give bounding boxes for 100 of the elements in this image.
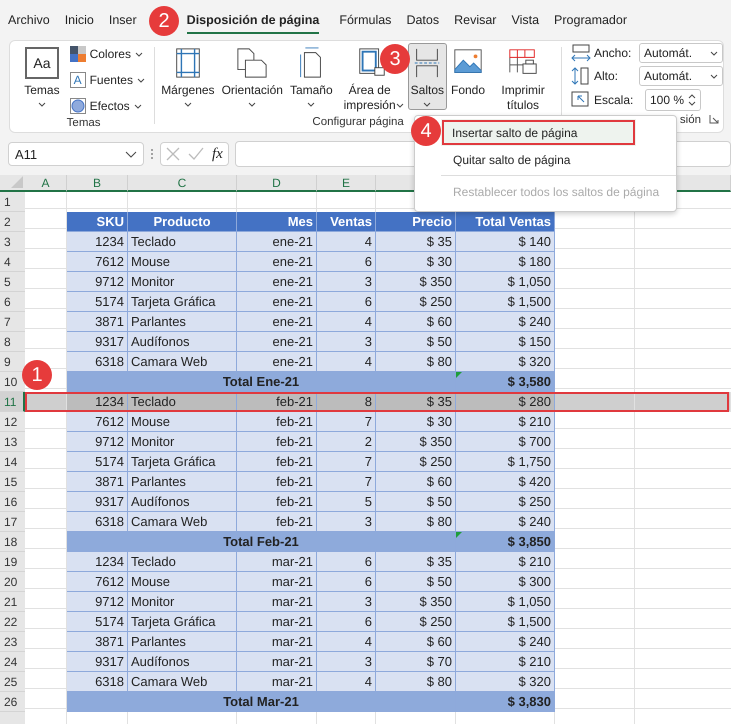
table-cell: $ 70 [376, 652, 456, 672]
table-cell: Teclado [128, 232, 237, 252]
table-cell: 7612 [67, 252, 128, 272]
table-cell: 4 [317, 352, 376, 372]
table-cell: 7 [317, 412, 376, 432]
table-cell: ene-21 [237, 312, 317, 332]
table-cell: $ 320 [456, 672, 555, 692]
table-cell: 9712 [67, 592, 128, 612]
table-cell: 7 [317, 452, 376, 472]
themes-icon: Aa [24, 47, 59, 79]
table-cell: mar-21 [237, 552, 317, 572]
table-cell: 9712 [67, 272, 128, 292]
table-cell: $ 320 [456, 352, 555, 372]
table-cell: $ 60 [376, 472, 456, 492]
table-cell: $ 1,050 [456, 272, 555, 292]
table-cell: Camara Web [128, 352, 237, 372]
table-cell: $ 140 [456, 232, 555, 252]
table-cell: 6318 [67, 512, 128, 532]
table-cell: mar-21 [237, 572, 317, 592]
total-value: $ 3,850 [456, 532, 555, 552]
table-cell: 6 [317, 292, 376, 312]
table-cell: feb-21 [237, 412, 317, 432]
table-cell: Monitor [128, 432, 237, 452]
table-cell: ene-21 [237, 332, 317, 352]
table-cell: 3 [317, 592, 376, 612]
table-cell: $ 80 [376, 352, 456, 372]
table-cell: $ 350 [376, 432, 456, 452]
table-cell: $ 80 [376, 512, 456, 532]
table-cell: mar-21 [237, 652, 317, 672]
table-cell: $ 300 [456, 572, 555, 592]
table-cell: mar-21 [237, 672, 317, 692]
table-cell: $ 420 [456, 472, 555, 492]
table-cell: 6 [317, 612, 376, 632]
group-label: Temas [66, 117, 101, 131]
table-cell: feb-21 [237, 492, 317, 512]
table-cell: 9712 [67, 432, 128, 452]
table-cell: feb-21 [237, 432, 317, 452]
group-label: sión [680, 114, 701, 128]
table-cell: $ 30 [376, 252, 456, 272]
table-cell: Parlantes [128, 632, 237, 652]
table-cell: Teclado [128, 552, 237, 572]
table-cell: 6318 [67, 672, 128, 692]
table-cell: 3 [317, 272, 376, 292]
table-cell: 4 [317, 312, 376, 332]
table-cell: $ 35 [376, 552, 456, 572]
table-cell: $ 210 [456, 412, 555, 432]
table-cell: 2 [317, 432, 376, 452]
table-cell: $ 250 [376, 452, 456, 472]
table-cell: feb-21 [237, 512, 317, 532]
table-cell: $ 50 [376, 572, 456, 592]
table-cell: Tarjeta Gráfica [128, 292, 237, 312]
table-cell: 5174 [67, 452, 128, 472]
table-cell: Parlantes [128, 312, 237, 332]
table-cell: 5 [317, 492, 376, 512]
table-cell: Monitor [128, 272, 237, 292]
table-cell: ene-21 [237, 232, 317, 252]
table-cell: Tarjeta Gráfica [128, 612, 237, 632]
table-cell: $ 50 [376, 332, 456, 352]
table-cell: $ 30 [376, 412, 456, 432]
table-cell: Mouse [128, 572, 237, 592]
table-cell: $ 210 [456, 652, 555, 672]
table-cell: $ 250 [376, 612, 456, 632]
table-cell: 4 [317, 232, 376, 252]
table-cell: $ 250 [456, 492, 555, 512]
table-cell: $ 240 [456, 632, 555, 652]
total-label: Total Mar-21 [67, 692, 456, 712]
table-cell: $ 80 [376, 672, 456, 692]
table-cell: 1234 [67, 552, 128, 572]
table-cell: Tarjeta Gráfica [128, 452, 237, 472]
table-cell: 6 [317, 252, 376, 272]
column-heading: Precio [376, 212, 456, 232]
table-cell: $ 1,750 [456, 452, 555, 472]
table-cell: mar-21 [237, 612, 317, 632]
total-label: Total Feb-21 [67, 532, 456, 552]
table-cell: ene-21 [237, 352, 317, 372]
table-cell: 4 [317, 632, 376, 652]
column-heading: Ventas [317, 212, 376, 232]
table-cell: 9317 [67, 492, 128, 512]
table-cell: 3 [317, 332, 376, 352]
table-cell: $ 1,500 [456, 612, 555, 632]
table-cell: Camara Web [128, 512, 237, 532]
total-label: Total Ene-21 [67, 372, 456, 392]
column-heading: Mes [237, 212, 317, 232]
table-cell: Parlantes [128, 472, 237, 492]
group-label: Configurar página [312, 116, 404, 130]
table-cell: mar-21 [237, 592, 317, 612]
table-cell: 6318 [67, 352, 128, 372]
table-cell: $ 210 [456, 552, 555, 572]
table-cell: 3871 [67, 472, 128, 492]
step-badge: 2 [149, 6, 179, 36]
table-cell: 5174 [67, 612, 128, 632]
table-cell: $ 1,050 [456, 592, 555, 612]
table-cell: Mouse [128, 252, 237, 272]
table-cell: 9317 [67, 332, 128, 352]
column-heading: Producto [128, 212, 237, 232]
table-cell: 3 [317, 512, 376, 532]
table-cell: 9317 [67, 652, 128, 672]
column-heading: SKU [67, 212, 128, 232]
column-heading: Total Ventas [456, 212, 555, 232]
table-cell: $ 1,500 [456, 292, 555, 312]
